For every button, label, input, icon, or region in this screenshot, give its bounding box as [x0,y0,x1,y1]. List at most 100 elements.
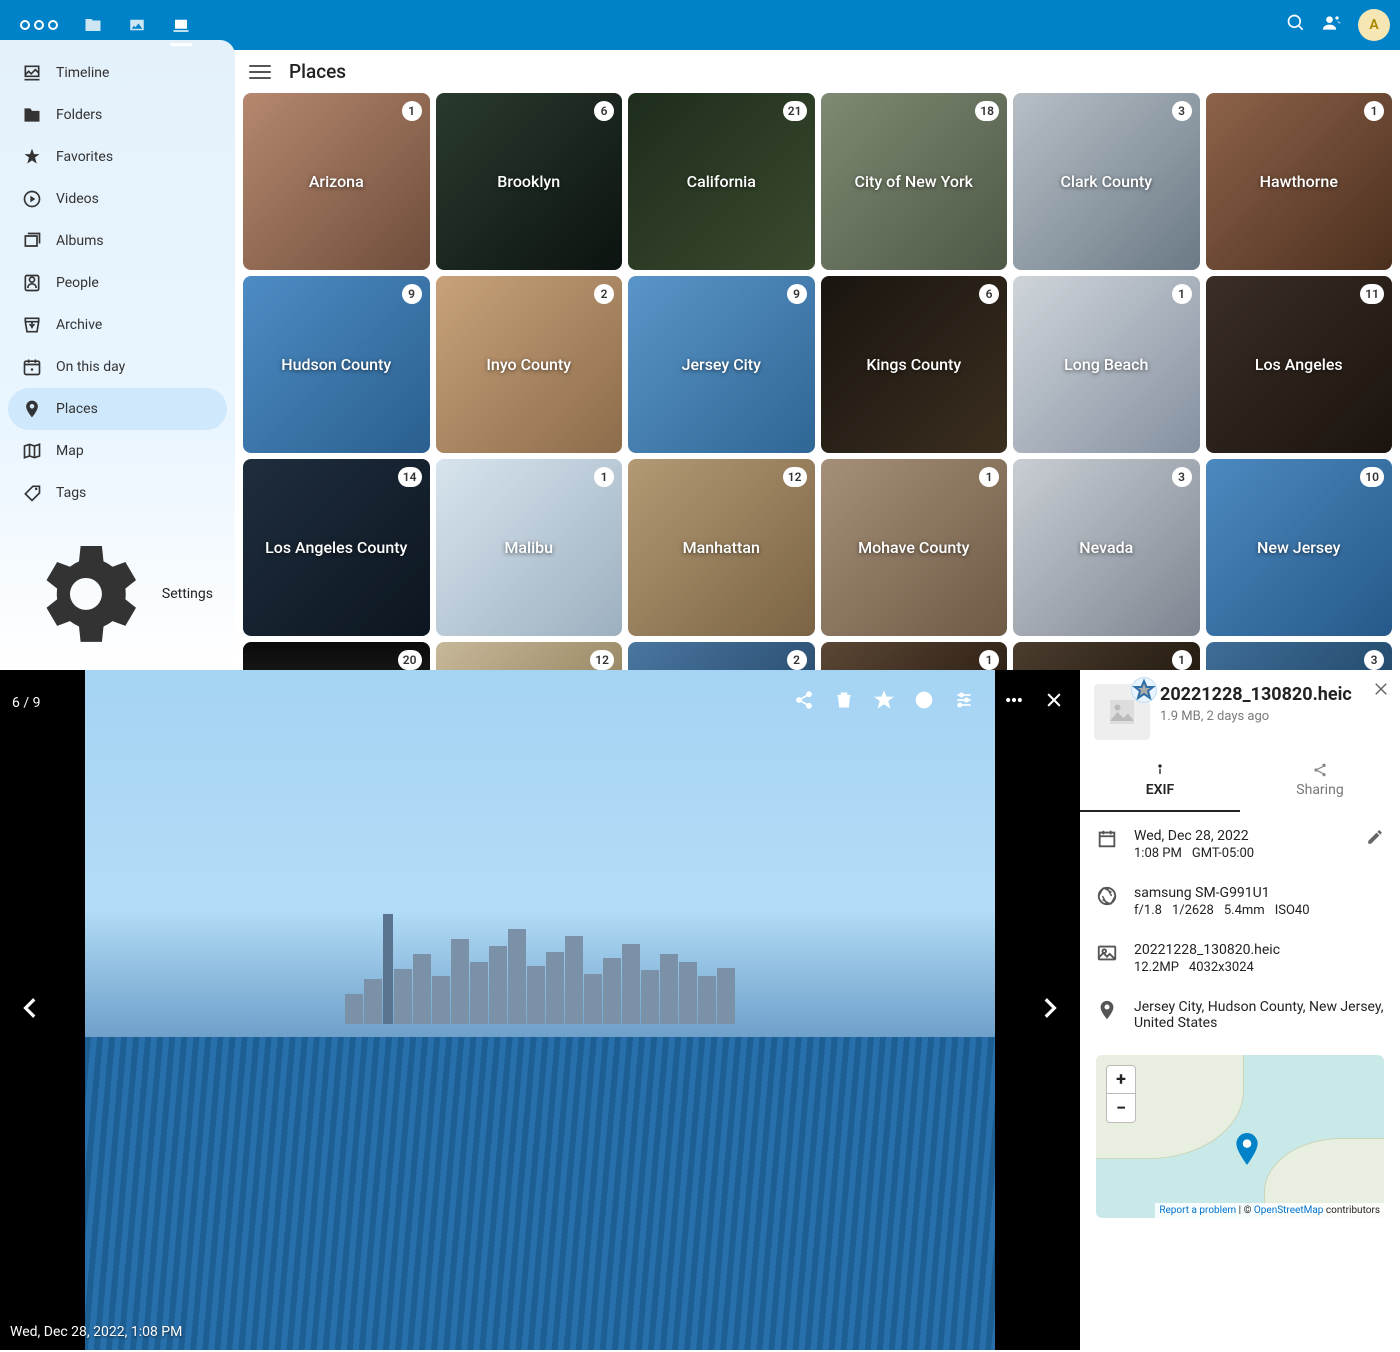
delete-icon[interactable] [834,690,856,712]
sidebar-item-favorites[interactable]: Favorites [0,136,235,178]
sidebar-icon [22,441,42,461]
place-tile[interactable]: 1Long Beach [1013,276,1200,453]
sidebar-item-places[interactable]: Places [8,388,227,430]
share-icon[interactable] [794,690,816,712]
info-icon[interactable] [914,690,936,712]
prev-button[interactable] [18,995,44,1025]
content: Places 1Arizona6Brooklyn21California18Ci… [235,50,1400,670]
place-count-badge: 14 [398,467,422,487]
place-count-badge: 1 [594,467,614,487]
place-count-badge: 1 [1364,101,1384,121]
adjust-icon[interactable] [954,690,976,712]
place-name: Mohave County [854,534,973,561]
zoom-in-button[interactable]: + [1107,1066,1135,1094]
place-tile[interactable]: 1 Malibu [436,459,623,636]
place-count-badge: 6 [979,284,999,304]
place-tile[interactable]: 9Jersey City [628,276,815,453]
exif-list: Wed, Dec 28, 2022 1:08 PMGMT-05:00 samsu… [1080,812,1400,1049]
sidebar-icon [22,273,42,293]
place-count-badge: 2 [594,284,614,304]
memories-app-icon[interactable] [162,6,200,44]
sidebar: TimelineFoldersFavoritesVideosAlbums Peop… [0,40,235,670]
favorite-icon[interactable] [874,690,896,712]
place-tile[interactable]: 9Hudson County [243,276,430,453]
place-count-badge: 1 [1172,650,1192,670]
place-tile[interactable]: 18 City of New York [821,93,1008,270]
place-tile[interactable]: 6 Kings County [821,276,1008,453]
more-icon[interactable] [1004,690,1026,712]
files-app-icon[interactable] [74,6,112,44]
sidebar-item-videos[interactable]: Videos [0,178,235,220]
place-name: Clark County [1056,168,1156,195]
sidebar-item-map[interactable]: Map [0,430,235,472]
place-name: City of New York [851,168,977,195]
place-tile[interactable]: 1Arizona [243,93,430,270]
place-tile[interactable]: 12 [436,642,623,670]
viewer-toolbar [794,690,1066,712]
map-report-link[interactable]: Report a problem [1159,1205,1236,1216]
edit-date-icon[interactable] [1366,828,1384,850]
sidebar-item-tags[interactable]: Tags [0,472,235,514]
menu-toggle-icon[interactable] [249,65,271,79]
place-count-badge: 18 [975,101,999,121]
place-tile[interactable]: 1 [1013,642,1200,670]
photos-app-icon[interactable] [118,6,156,44]
file-meta: 1.9 MB, 2 days ago [1160,709,1386,724]
gear-icon [22,530,150,658]
place-tile[interactable]: 14 Los Angeles County [243,459,430,636]
photo-counter: 6 / 9 [12,695,40,711]
sidebar-icon [22,105,42,125]
place-tile[interactable]: 1Mohave County [821,459,1008,636]
place-count-badge: 3 [1172,101,1192,121]
place-tile[interactable]: 1Hawthorne [1206,93,1393,270]
place-tile[interactable]: 10New Jersey [1206,459,1393,636]
search-icon[interactable] [1286,13,1306,37]
place-tile[interactable]: 6Brooklyn [436,93,623,270]
place-tile[interactable]: 11Los Angeles [1206,276,1393,453]
sidebar-item-timeline[interactable]: Timeline [0,52,235,94]
nextcloud-logo[interactable] [10,20,68,30]
place-count-badge: 12 [590,650,614,670]
settings-button[interactable]: Settings [0,517,235,670]
avatar[interactable]: A [1358,9,1390,41]
main-area: TimelineFoldersFavoritesVideosAlbums Peop… [0,50,1400,670]
photo-pane: 6 / 9 Wed, Dec 28, 2022, 1:08 PM [0,670,1080,1350]
info-tab-icon [1152,762,1168,778]
sidebar-item-people[interactable]: People [0,262,235,304]
sidebar-item-on-this-day[interactable]: On this day [0,346,235,388]
place-tile[interactable]: 21California [628,93,815,270]
sidebar-icon [22,189,42,209]
place-tile[interactable]: 3Nevada [1013,459,1200,636]
exif-camera-row: samsung SM-G991U1 f/1.81/26285.4mmISO40 [1096,873,1384,930]
mini-map[interactable]: + − Report a problem | © OpenStreetMap c… [1096,1055,1384,1218]
sidebar-item-label: People [56,275,99,291]
sidebar-item-folders[interactable]: Folders [0,94,235,136]
place-name: Malibu [500,534,557,561]
place-tile[interactable]: 12Manhattan [628,459,815,636]
exif-date-row: Wed, Dec 28, 2022 1:08 PMGMT-05:00 [1096,816,1384,873]
sidebar-item-albums[interactable]: Albums [0,220,235,262]
place-name: Inyo County [482,351,575,378]
place-tile[interactable]: 20 [243,642,430,670]
place-tile[interactable]: 3 Clark County [1013,93,1200,270]
sidebar-icon [22,483,42,503]
tab-sharing[interactable]: Sharing [1240,752,1400,812]
place-name: Los Angeles County [261,534,411,561]
place-name: Kings County [862,351,965,378]
contacts-icon[interactable] [1322,13,1342,37]
place-tile[interactable]: 3 [1206,642,1393,670]
place-tile[interactable]: 2 [628,642,815,670]
place-count-badge: 6 [594,101,614,121]
zoom-out-button[interactable]: − [1107,1094,1135,1122]
sidebar-item-archive[interactable]: Archive [0,304,235,346]
favorite-badge-icon[interactable] [1132,678,1156,702]
tab-exif[interactable]: EXIF [1080,752,1240,812]
place-name: Manhattan [679,534,764,561]
next-button[interactable] [1036,995,1062,1025]
place-tile[interactable]: 2 Inyo County [436,276,623,453]
sidebar-icon [22,357,42,377]
close-viewer-icon[interactable] [1044,690,1066,712]
place-tile[interactable]: 1 [821,642,1008,670]
close-details-icon[interactable] [1372,680,1390,702]
map-osm-link[interactable]: OpenStreetMap [1254,1205,1324,1216]
